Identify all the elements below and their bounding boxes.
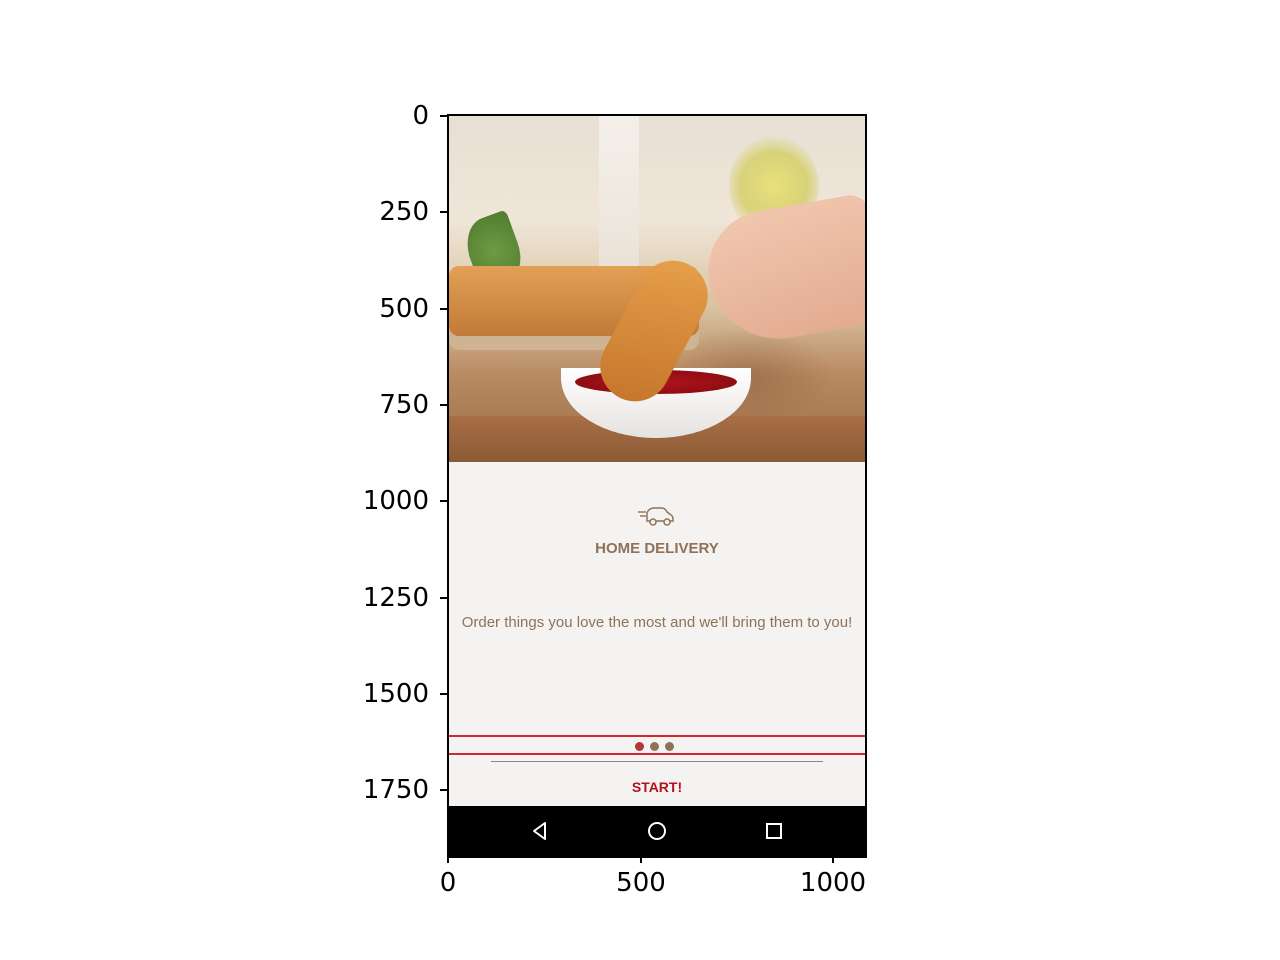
y-tick-1250: 1250 [362, 583, 429, 613]
feature-panel: HOME DELIVERY Order things you love the … [449, 462, 865, 806]
divider [491, 761, 823, 762]
phone-screen: HOME DELIVERY Order things you love the … [447, 114, 867, 858]
feature-title: HOME DELIVERY [595, 540, 719, 557]
hero-image [449, 116, 865, 462]
start-button[interactable]: START! [599, 774, 715, 800]
y-tick-750: 750 [379, 390, 429, 420]
recents-icon[interactable] [763, 820, 785, 842]
x-tick-0: 0 [439, 868, 457, 898]
home-icon[interactable] [646, 820, 668, 842]
pager-dot[interactable] [665, 742, 674, 751]
pager-dot[interactable] [650, 742, 659, 751]
hand [699, 192, 865, 350]
y-tick-1500: 1500 [362, 679, 429, 709]
x-tick-500: 500 [616, 868, 666, 898]
y-tick-0: 0 [412, 101, 429, 131]
pager-indicator [449, 735, 865, 755]
delivery-truck-icon [636, 504, 676, 532]
x-tick-1000: 1000 [799, 868, 867, 898]
feature-description: Order things you love the most and we'll… [461, 614, 853, 631]
y-tick-250: 250 [379, 197, 429, 227]
back-icon[interactable] [529, 820, 551, 842]
y-tick-1750: 1750 [362, 775, 429, 805]
y-tick-1000: 1000 [362, 486, 429, 516]
android-nav-bar [449, 806, 865, 856]
pager-dot-active[interactable] [635, 742, 644, 751]
y-tick-500: 500 [379, 294, 429, 324]
